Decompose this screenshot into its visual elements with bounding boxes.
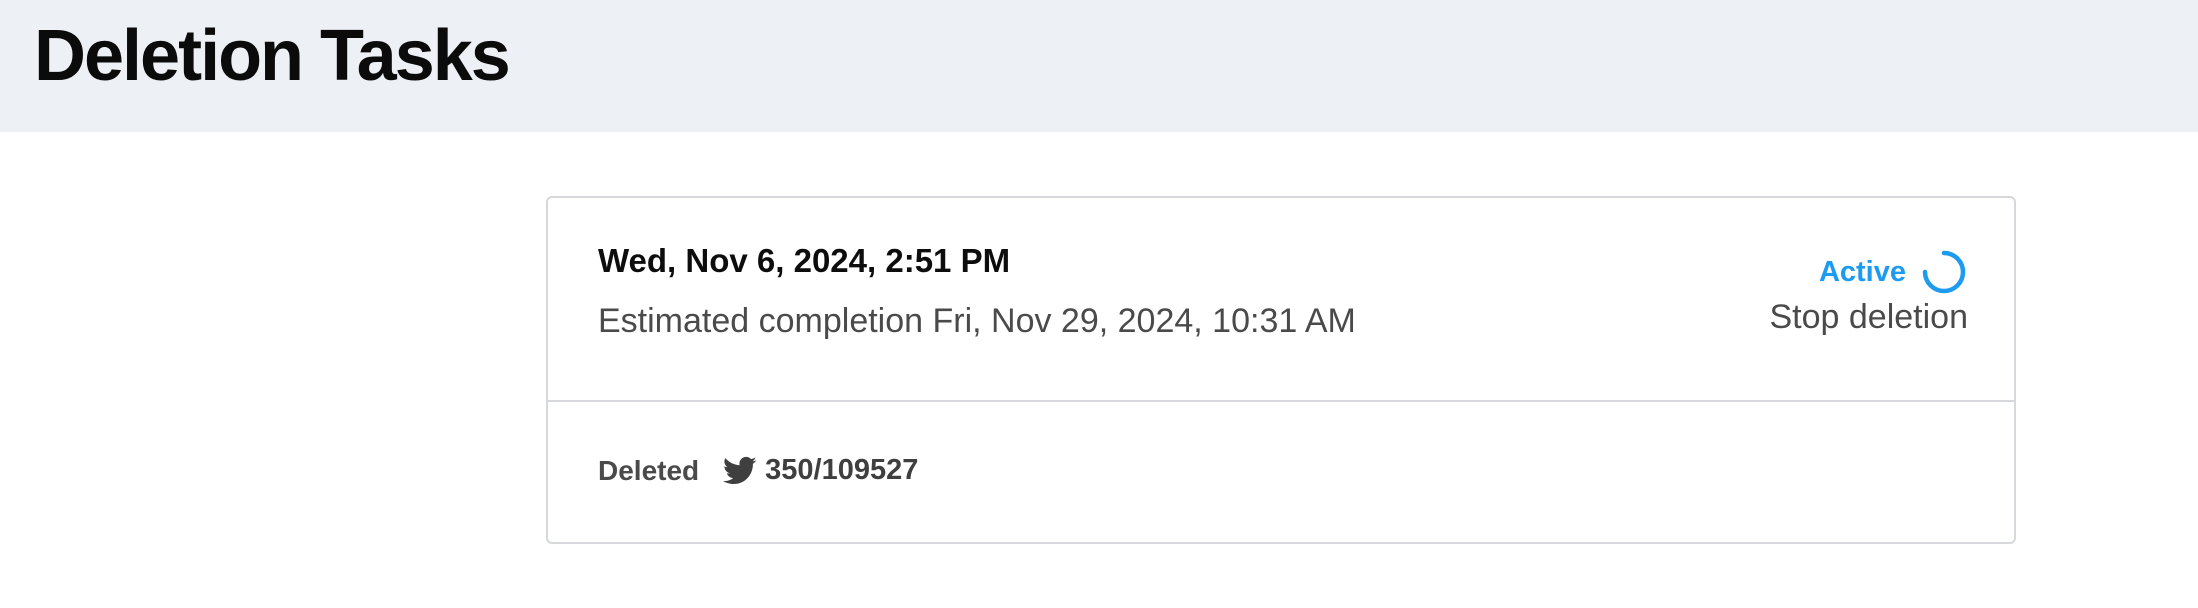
stop-deletion-button[interactable]: Stop deletion bbox=[1770, 298, 1969, 337]
deleted-count: 350/109527 bbox=[765, 454, 919, 486]
task-progress: Deleted 350/109527 bbox=[598, 454, 918, 487]
task-status: Active bbox=[1819, 248, 1968, 296]
task-card-header: Wed, Nov 6, 2024, 2:51 PM Estimated comp… bbox=[548, 198, 2014, 402]
twitter-icon bbox=[723, 456, 757, 484]
status-badge: Active bbox=[1818, 255, 1906, 288]
page-title: Deletion Tasks bbox=[34, 16, 511, 96]
page-header: Deletion Tasks bbox=[0, 0, 2198, 132]
deleted-label: Deleted bbox=[598, 454, 700, 486]
deletion-task-card: Wed, Nov 6, 2024, 2:51 PM Estimated comp… bbox=[546, 196, 2016, 544]
task-estimated-completion: Estimated completion Fri, Nov 29, 2024, … bbox=[598, 302, 1356, 340]
loading-spinner-icon bbox=[1922, 250, 1966, 294]
task-start-date: Wed, Nov 6, 2024, 2:51 PM bbox=[598, 242, 1011, 279]
